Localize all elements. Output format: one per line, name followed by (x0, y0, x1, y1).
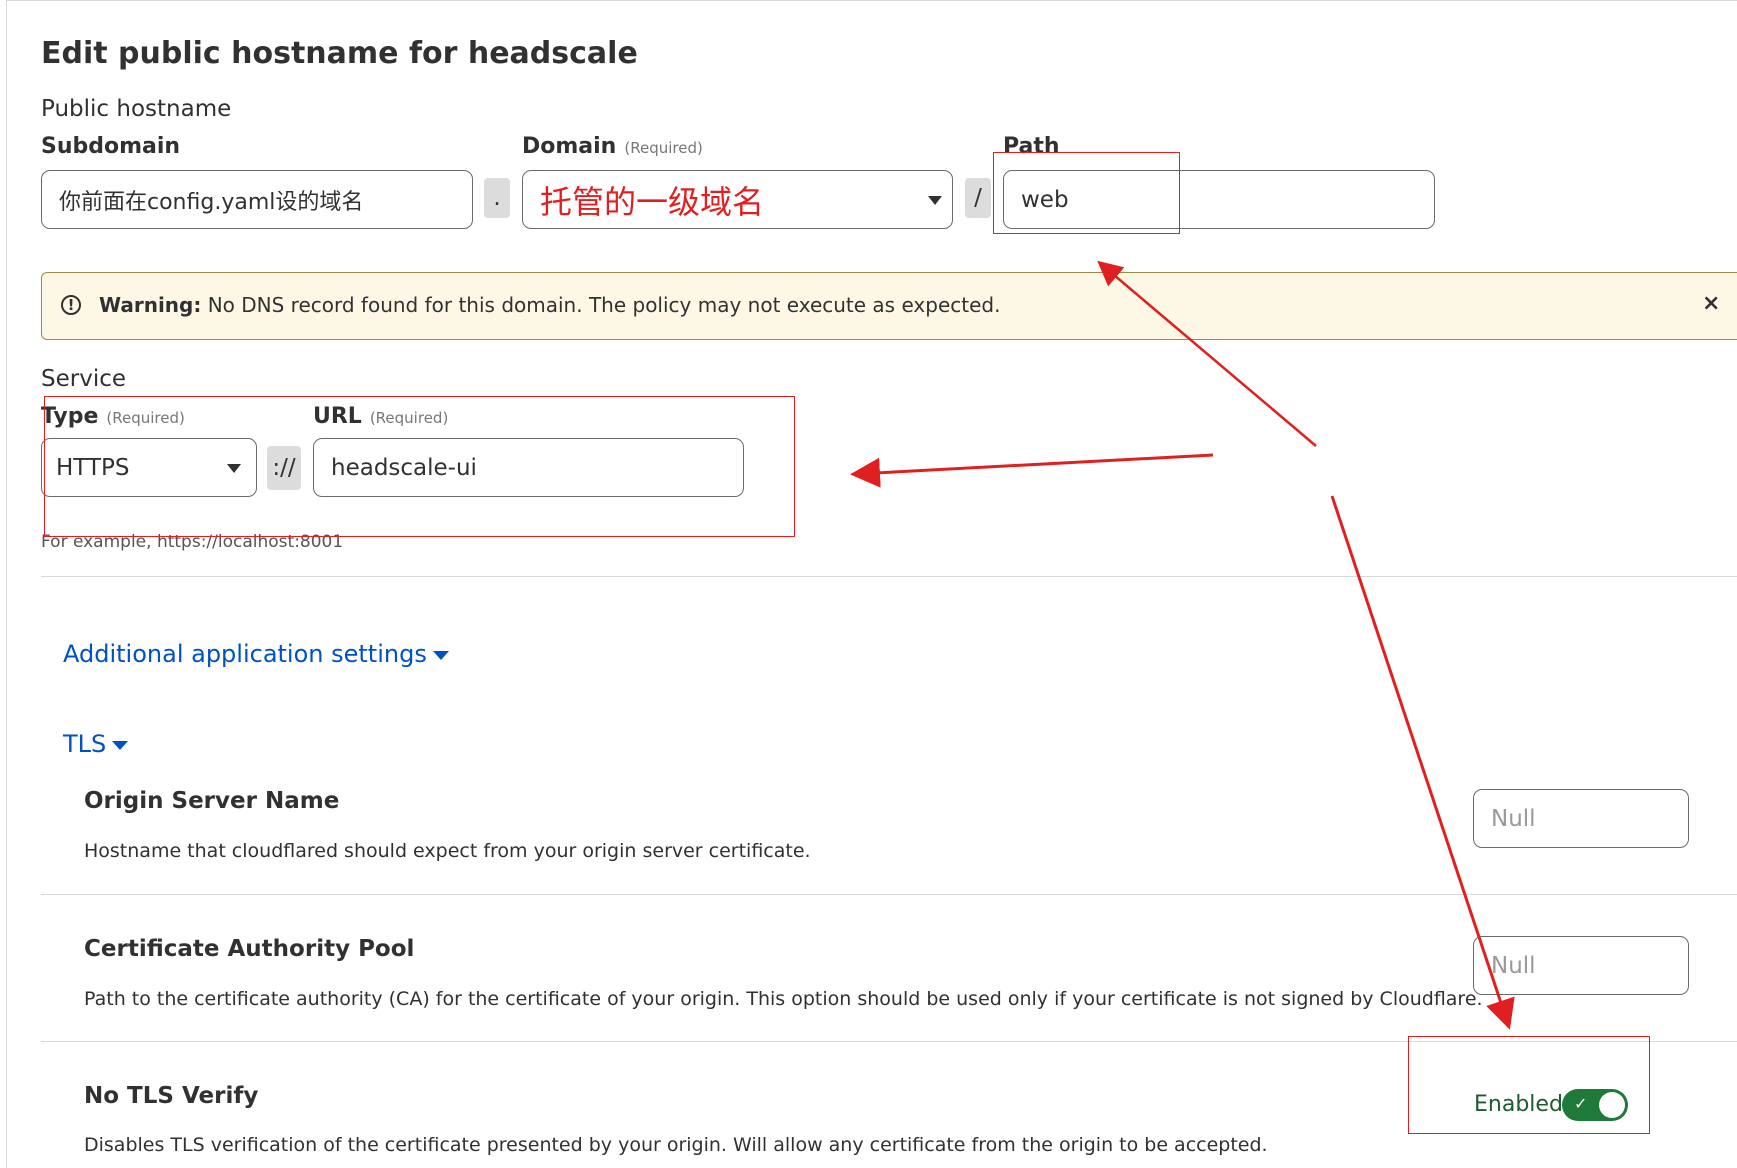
arrow-to-service (850, 453, 1214, 488)
arrow-to-path (1097, 260, 1317, 447)
arrow-to-toggle (1330, 495, 1515, 1030)
annotation-arrows (850, 260, 1515, 1030)
